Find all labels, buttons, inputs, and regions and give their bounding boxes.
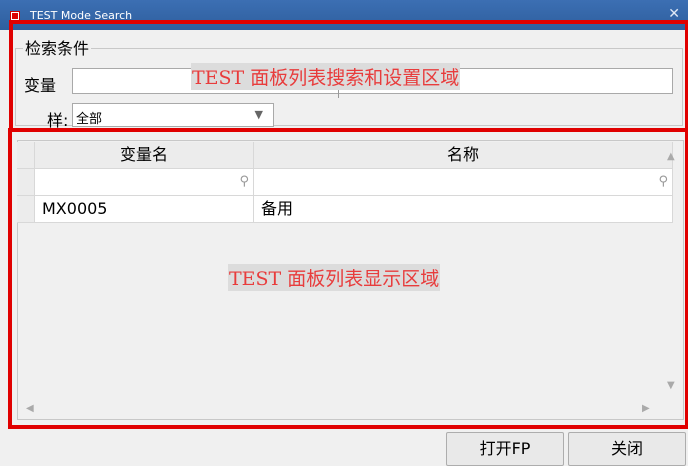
name-filter-input[interactable]: ⚲ <box>254 169 673 196</box>
column-header-var-name[interactable]: 变量名 <box>35 142 254 169</box>
window-title: TEST Mode Search <box>30 9 133 22</box>
search-area-annotation: TEST 面板列表搜索和设置区域 <box>191 63 461 90</box>
variable-label: 变量 <box>24 76 57 95</box>
row-header-cell <box>17 169 35 196</box>
scroll-left-icon[interactable]: ◀ <box>26 403 34 414</box>
close-button[interactable]: 关闭 <box>568 432 686 466</box>
list-area-annotation: TEST 面板列表显示区域 <box>228 264 441 291</box>
title-bar: TEST Mode Search ✕ <box>0 0 688 30</box>
search-icon: ⚲ <box>239 174 249 189</box>
scroll-up-icon[interactable]: ▲ <box>667 151 675 162</box>
var-name-filter-input[interactable]: ⚲ <box>35 169 254 196</box>
search-group-label: 检索条件 <box>23 35 92 59</box>
style-select-value: 全部 <box>76 112 103 127</box>
scroll-right-icon[interactable]: ▶ <box>642 403 650 414</box>
scroll-down-icon[interactable]: ▼ <box>667 380 675 391</box>
name-cell[interactable]: 备用 <box>254 196 673 223</box>
var-name-cell[interactable]: MX0005 <box>35 196 254 223</box>
column-header-name[interactable]: 名称 <box>254 142 673 169</box>
row-header-cell <box>17 196 35 223</box>
row-header-corner <box>17 142 35 169</box>
close-icon[interactable]: ✕ <box>668 6 680 22</box>
chevron-down-icon[interactable]: ▼ <box>255 108 263 121</box>
open-fp-button[interactable]: 打开FP <box>446 432 564 466</box>
style-select[interactable]: 全部 ▼ <box>72 103 274 127</box>
app-icon <box>10 11 20 21</box>
search-icon: ⚲ <box>658 174 668 189</box>
style-label: 样: <box>47 111 69 130</box>
input-divider <box>338 90 339 98</box>
